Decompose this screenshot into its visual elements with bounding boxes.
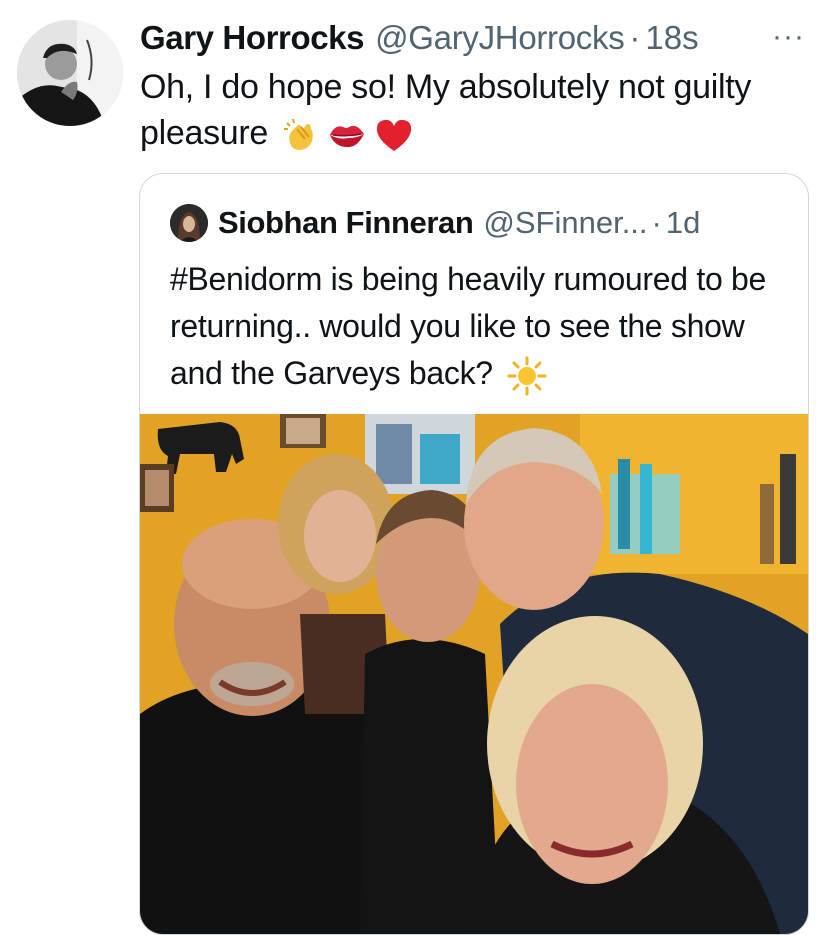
clapping-hands-icon — [284, 118, 313, 151]
tweet-emojis — [283, 117, 413, 153]
kiss-mark-icon — [330, 125, 365, 148]
author-name[interactable]: Gary Horrocks — [140, 19, 364, 57]
tweet-timestamp[interactable]: 18s — [645, 19, 698, 57]
quote-text: #Benidorm is being heavily rumoured to b… — [170, 256, 790, 397]
quote-author-handle[interactable]: @SFinner... — [483, 205, 647, 241]
author-handle[interactable]: @GaryJHorrocks — [375, 19, 625, 57]
quote-timestamp[interactable]: 1d — [666, 205, 700, 241]
quote-separator-dot: · — [651, 205, 662, 240]
red-heart-icon — [377, 119, 412, 152]
separator-dot: · — [629, 19, 641, 56]
more-options-icon[interactable]: ··· — [772, 20, 805, 54]
group-selfie-photo-icon — [140, 414, 808, 934]
quote-author-name[interactable]: Siobhan Finneran — [218, 205, 474, 241]
quote-author-avatar[interactable] — [170, 204, 208, 242]
quote-photo[interactable] — [140, 414, 808, 934]
quoted-tweet[interactable]: Siobhan Finneran @SFinner... · 1d #Benid… — [139, 173, 809, 935]
sun-icon — [507, 356, 547, 396]
author-avatar[interactable] — [17, 20, 123, 126]
quote-body: #Benidorm is being heavily rumoured to b… — [170, 261, 767, 391]
avatar-image — [17, 20, 123, 126]
tweet-header: Gary Horrocks @GaryJHorrocks · 18s ··· — [140, 16, 805, 60]
quote-header: Siobhan Finneran @SFinner... · 1d — [170, 201, 700, 245]
quote-avatar-image — [170, 204, 208, 242]
tweet-text: Oh, I do hope so! My absolutely not guil… — [140, 64, 810, 156]
tweet-body: Oh, I do hope so! My absolutely not guil… — [140, 68, 752, 152]
